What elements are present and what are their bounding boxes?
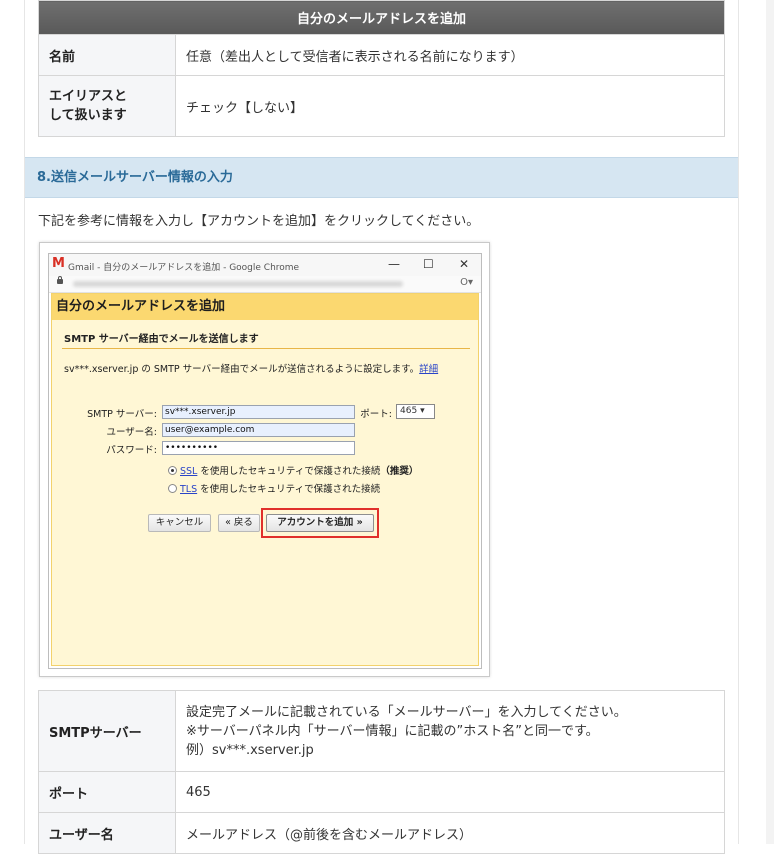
- radio-unselected-icon[interactable]: [168, 484, 177, 493]
- tls-option[interactable]: TLS を使用したセキュリティで保護された接続: [168, 481, 380, 495]
- row-key: ポート: [38, 771, 176, 813]
- panel-subheading: SMTP サーバー経由でメールを送信します: [64, 334, 259, 345]
- row-value: 465: [175, 771, 725, 813]
- key-icon[interactable]: O▾: [460, 277, 473, 288]
- instruction-text: 下記を参考に情報を入力し【アカウントを追加】をクリックしてください。: [38, 214, 480, 229]
- password-input[interactable]: ••••••••••: [162, 441, 355, 455]
- gmail-logo-icon: M: [52, 256, 65, 271]
- table-row: SMTPサーバー 設定完了メールに記載されている「メールサーバー」を入力してくだ…: [38, 690, 725, 772]
- table-row: エイリアスとして扱います チェック【しない】: [38, 75, 725, 137]
- blurred-url: [73, 281, 403, 287]
- username-input[interactable]: user@example.com: [162, 423, 355, 437]
- table-row: ポート 465: [38, 771, 725, 813]
- table-row: 名前 任意（差出人として受信者に表示される名前になります）: [38, 34, 725, 76]
- row-key: エイリアスとして扱います: [38, 75, 176, 137]
- username-label: ユーザー名:: [106, 427, 157, 438]
- row-key: ユーザー名: [38, 812, 176, 854]
- panel-description: sv***.xserver.jp の SMTP サーバー経由でメールが送信される…: [64, 364, 439, 375]
- window-titlebar: M Gmail - 自分のメールアドレスを追加 - Google Chrome …: [49, 254, 481, 276]
- section-heading: 8.送信メールサーバー情報の入力: [25, 157, 738, 198]
- table-row: ユーザー名 メールアドレス（@前後を含むメールアドレス）: [38, 812, 725, 854]
- dropdown-arrow-icon: ▾: [420, 406, 425, 416]
- ssl-option[interactable]: SSL を使用したセキュリティで保護された接続（推奨）: [168, 463, 418, 477]
- row-key: 名前: [38, 34, 176, 76]
- panel-title: 自分のメールアドレスを追加: [52, 294, 478, 320]
- row-value: 設定完了メールに記載されている「メールサーバー」を入力してください。 ※サーバー…: [175, 690, 725, 772]
- radio-selected-icon[interactable]: [168, 466, 177, 475]
- ssl-link[interactable]: SSL: [180, 466, 197, 477]
- row-value: メールアドレス（@前後を含むメールアドレス）: [175, 812, 725, 854]
- password-label: パスワード:: [106, 445, 157, 456]
- window-title: Gmail - 自分のメールアドレスを追加 - Google Chrome: [68, 263, 300, 273]
- tls-link[interactable]: TLS: [180, 484, 197, 495]
- divider: [62, 348, 470, 349]
- minimize-icon[interactable]: —: [388, 257, 400, 271]
- scrollbar[interactable]: [766, 0, 774, 844]
- alias-settings-table: 自分のメールアドレスを追加 名前 任意（差出人として受信者に表示される名前になり…: [38, 0, 725, 137]
- screenshot-frame: M Gmail - 自分のメールアドレスを追加 - Google Chrome …: [39, 242, 490, 677]
- row-value: チェック【しない】: [175, 75, 725, 137]
- smtp-settings-table: SMTPサーバー 設定完了メールに記載されている「メールサーバー」を入力してくだ…: [38, 690, 725, 854]
- add-address-panel: 自分のメールアドレスを追加 SMTP サーバー経由でメールを送信します sv**…: [51, 293, 479, 666]
- back-button[interactable]: « 戻る: [218, 514, 260, 532]
- port-label: ポート:: [360, 409, 392, 420]
- row-key: SMTPサーバー: [38, 690, 176, 772]
- lock-icon: [57, 276, 63, 284]
- table-header: 自分のメールアドレスを追加: [38, 0, 725, 35]
- smtp-server-label: SMTP サーバー:: [87, 409, 157, 420]
- maximize-icon[interactable]: ☐: [423, 257, 434, 271]
- port-select[interactable]: 465 ▾: [396, 404, 435, 419]
- close-icon[interactable]: ✕: [459, 257, 469, 271]
- address-bar[interactable]: O▾: [49, 276, 481, 293]
- highlight-box: [261, 508, 379, 538]
- chrome-window: M Gmail - 自分のメールアドレスを追加 - Google Chrome …: [48, 253, 482, 669]
- cancel-button[interactable]: キャンセル: [148, 514, 211, 532]
- row-value: 任意（差出人として受信者に表示される名前になります）: [175, 34, 725, 76]
- details-link[interactable]: 詳細: [419, 364, 438, 375]
